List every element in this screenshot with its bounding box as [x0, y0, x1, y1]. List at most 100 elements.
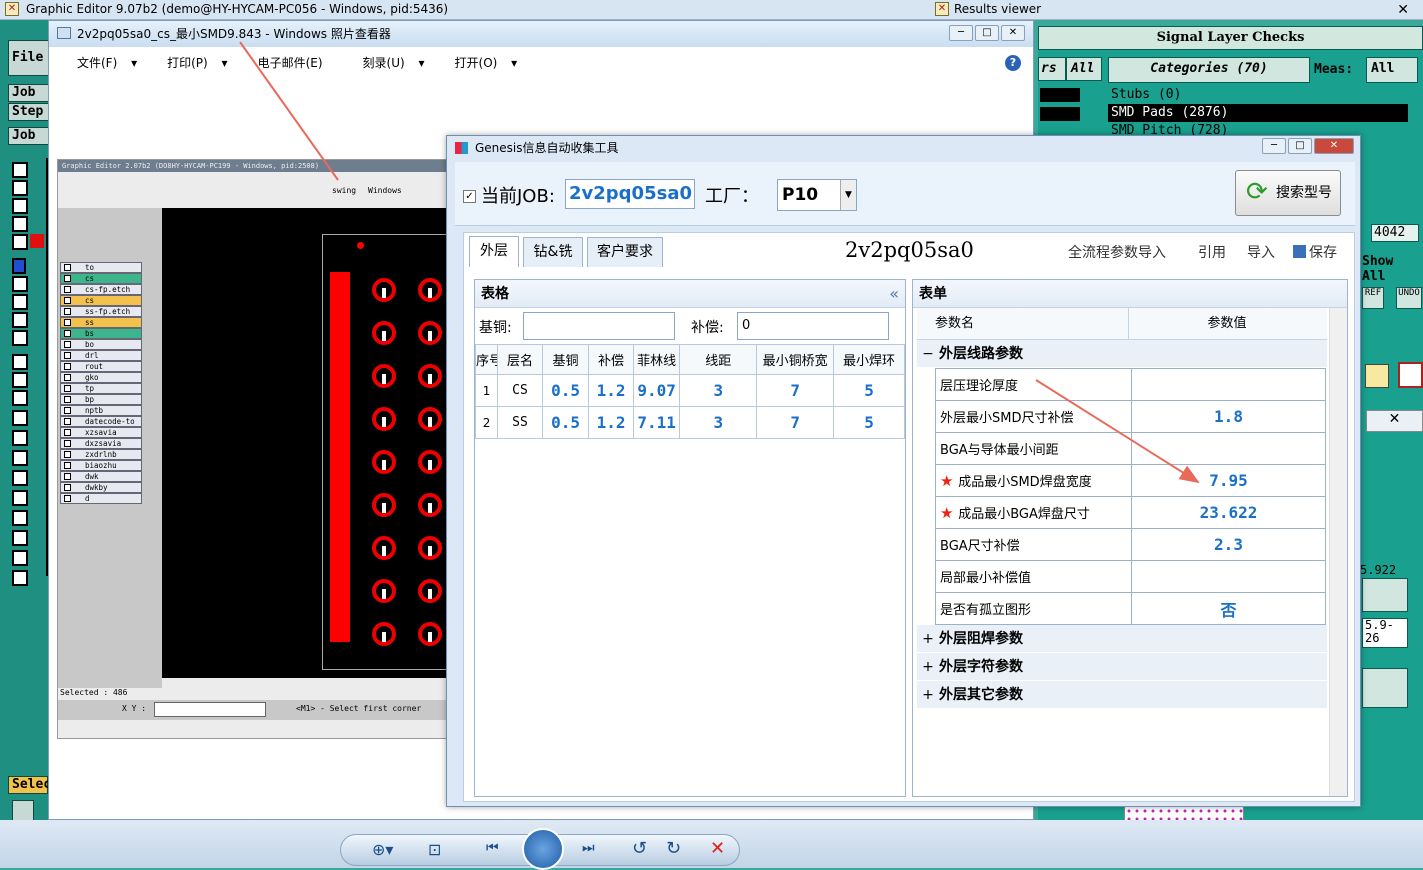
collapsed-param-group[interactable]: + 外层阻焊参数	[917, 625, 1327, 653]
table-cell[interactable]: 0.5	[541, 374, 590, 407]
table-cell[interactable]: 5	[833, 374, 905, 407]
collapse-icon[interactable]: −	[917, 340, 939, 368]
table-cell[interactable]: 7	[756, 406, 835, 439]
layer-toggle-icon[interactable]	[12, 354, 28, 370]
undo-button[interactable]: UNDO	[1396, 287, 1422, 309]
menu-print[interactable]: 打印(P) ▾	[147, 51, 237, 77]
chevron-down-icon[interactable]: ▼	[840, 180, 856, 210]
factory-select[interactable]: P10 ▼	[777, 179, 857, 211]
category-item[interactable]: Stubs (0)	[1108, 86, 1408, 104]
layer-toggle-icon[interactable]	[12, 276, 28, 292]
filter-field[interactable]: rs	[1038, 57, 1066, 81]
param-row[interactable]: BGA尺寸补偿 2.3	[935, 528, 1326, 561]
table-cell[interactable]: 1.2	[588, 406, 634, 439]
layer-toggle-icon[interactable]	[12, 410, 28, 426]
param-value[interactable]	[1131, 560, 1326, 593]
minimize-button[interactable]: ─	[949, 25, 973, 41]
import-all-params-link[interactable]: 全流程参数导入	[1068, 242, 1166, 262]
expand-icon[interactable]: +	[917, 653, 939, 681]
table-column-header[interactable]: 基铜	[541, 344, 590, 375]
job-input[interactable]: 2v2pq05sa0	[565, 179, 695, 209]
ref-button[interactable]: REF	[1362, 287, 1384, 309]
slideshow-button[interactable]	[522, 828, 564, 870]
all-filter-button[interactable]: All	[1066, 57, 1102, 81]
param-row[interactable]: BGA与导体最小间距	[935, 432, 1326, 465]
compensation-input[interactable]: 0	[737, 312, 889, 340]
layer-toggle-icon[interactable]	[12, 258, 26, 274]
table-cell[interactable]: 7.11	[632, 406, 681, 439]
menu-file[interactable]: 文件(F) ▾	[57, 51, 147, 77]
import-link[interactable]: 导入	[1247, 242, 1275, 262]
close-button[interactable]: ✕	[1001, 25, 1025, 41]
expand-icon[interactable]: +	[917, 625, 939, 653]
layer-toggle-icon[interactable]	[12, 570, 28, 586]
rotate-right-icon[interactable]: ↻	[666, 838, 681, 859]
table-cell[interactable]: 1.2	[588, 374, 634, 407]
param-row[interactable]: ★ 成品最小BGA焊盘尺寸 23.622	[935, 496, 1326, 529]
close-icon[interactable]: ✕	[1366, 410, 1423, 432]
step-button[interactable]: Step	[8, 103, 50, 121]
job-button-2[interactable]: Job	[8, 127, 50, 145]
param-value[interactable]	[1131, 432, 1326, 465]
param-value[interactable]	[1131, 368, 1326, 401]
layer-toggle-icon[interactable]	[12, 198, 28, 214]
param-value[interactable]: 23.622	[1131, 496, 1326, 529]
param-value[interactable]: 2.3	[1131, 528, 1326, 561]
previous-icon[interactable]: ⏮	[486, 840, 499, 856]
delete-icon[interactable]: ✕	[710, 838, 725, 859]
maximize-button[interactable]: □	[1288, 138, 1312, 154]
layer-toggle-icon[interactable]	[12, 216, 28, 232]
maximize-button[interactable]: □	[975, 25, 999, 41]
param-row[interactable]: 层压理论厚度	[935, 368, 1326, 401]
chart-icon[interactable]	[1398, 362, 1423, 388]
select-button[interactable]: Selec	[8, 776, 51, 794]
category-item-selected[interactable]: SMD Pads (2876)	[1108, 104, 1408, 122]
layer-toggle-icon[interactable]	[12, 390, 28, 406]
collapsed-param-group[interactable]: + 外层其它参数	[917, 681, 1327, 709]
layer-toggle-icon[interactable]	[12, 162, 28, 178]
layer-toggle-icon[interactable]	[12, 294, 28, 310]
rotate-left-icon[interactable]: ↺	[632, 838, 647, 859]
layer-toggle-icon[interactable]	[12, 510, 28, 526]
search-model-button[interactable]: ⟳ 搜索型号	[1235, 170, 1341, 216]
layer-toggle-icon[interactable]	[12, 430, 28, 446]
layer-toggle-icon[interactable]	[12, 312, 28, 328]
param-row[interactable]: 外层最小SMD尺寸补偿 1.8	[935, 400, 1326, 433]
tab-drill-mill[interactable]: 钻&铣	[523, 237, 583, 267]
collapse-icon[interactable]: «	[889, 280, 899, 308]
form-scrollbar[interactable]	[1329, 308, 1347, 796]
param-row[interactable]: ★ 成品最小SMD焊盘宽度 7.95	[935, 464, 1326, 497]
job-checkbox[interactable]: ✓	[463, 190, 476, 203]
table-cell[interactable]: 3	[679, 374, 758, 407]
table-cell[interactable]: 9.07	[632, 374, 681, 407]
table-row[interactable]: 2 SS 0.5 1.2 7.11 3 7 5	[474, 406, 905, 439]
table-row[interactable]: 1 CS 0.5 1.2 9.07 3 7 5	[474, 374, 905, 407]
close-icon[interactable]: ✕	[1397, 1, 1409, 20]
table-column-header[interactable]: 序号	[474, 344, 499, 375]
table-column-header[interactable]: 层名	[497, 344, 543, 375]
layer-toggle-icon[interactable]	[12, 180, 28, 196]
menu-burn[interactable]: 刻录(U) ▾	[343, 51, 435, 77]
table-cell[interactable]: 7	[756, 374, 835, 407]
layer-toggle-icon[interactable]	[12, 372, 28, 388]
layer-toggle-icon[interactable]	[12, 450, 28, 466]
menu-email[interactable]: 电子邮件(E)	[238, 51, 343, 77]
table-column-header[interactable]: 最小铜桥宽	[756, 344, 835, 375]
group-outer-circuit[interactable]: − 外层线路参数	[917, 340, 1327, 368]
reference-link[interactable]: 引用	[1198, 242, 1226, 262]
fit-icon[interactable]: ⊡	[428, 840, 441, 859]
table-cell[interactable]: 1	[474, 374, 499, 407]
param-value[interactable]: 1.8	[1131, 400, 1326, 433]
table-cell[interactable]: 3	[679, 406, 758, 439]
table-column-header[interactable]: 线距	[679, 344, 758, 375]
job-button[interactable]: Job	[8, 84, 50, 102]
param-row[interactable]: 是否有孤立图形否	[935, 592, 1326, 625]
next-icon[interactable]: ⏭	[582, 840, 595, 856]
minimize-button[interactable]: ─	[1262, 138, 1286, 154]
table-cell[interactable]: 0.5	[541, 406, 590, 439]
table-cell[interactable]: SS	[497, 406, 543, 439]
param-value[interactable]: 7.95	[1131, 464, 1326, 497]
menu-open[interactable]: 打开(O) ▾	[435, 51, 528, 77]
categories-button[interactable]: Categories (70)	[1108, 57, 1310, 83]
table-cell[interactable]: 5	[833, 406, 905, 439]
